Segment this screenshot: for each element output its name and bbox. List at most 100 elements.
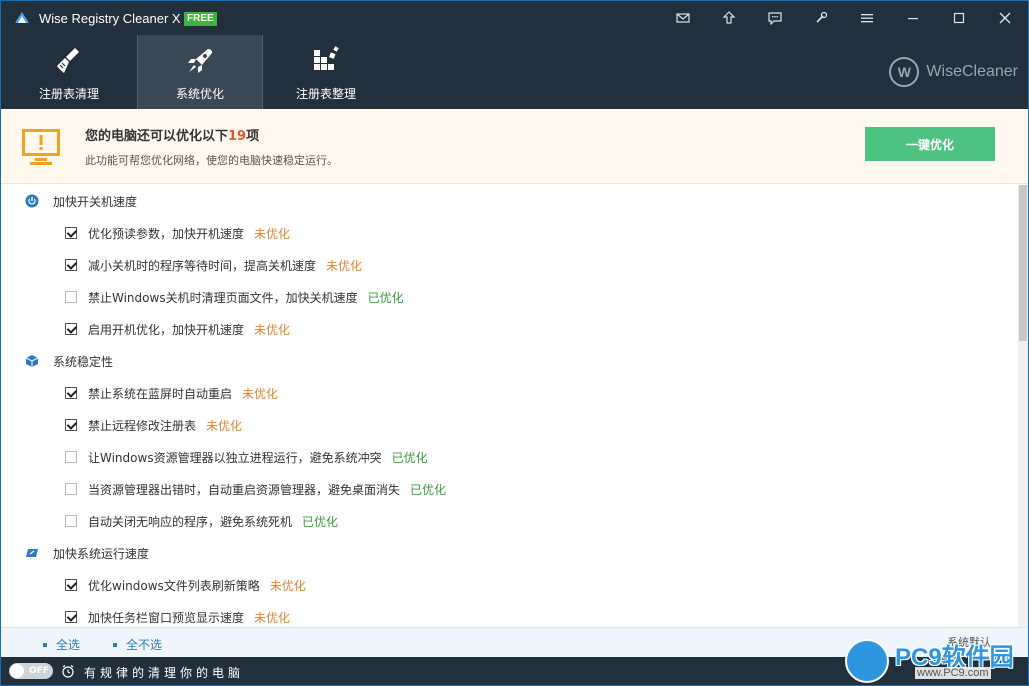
scrollbar-thumb[interactable] [1019,185,1027,341]
status-label: 未优化 [254,226,291,241]
section-title: 加快系统运行速度 [53,546,150,561]
banner-subtitle: 此功能可帮您优化网络，使您的电脑快速稳定运行。 [85,154,338,167]
main-tabs: 注册表清理 系统优化 注册表整理 [1,35,389,109]
close-icon[interactable] [982,1,1028,35]
blocks-icon [314,46,339,70]
app-window: Wise Registry Cleaner X FREE 注册表清理 系统优化 … [0,0,1029,686]
monitor-warning-icon [22,129,60,165]
one-click-optimize-button[interactable]: 一键优化 [865,127,995,161]
section-title: 加快开关机速度 [53,194,138,209]
watermark-url: www.PC9.com [915,667,991,679]
status-label: 未优化 [254,322,291,337]
status-label: 未优化 [254,610,291,625]
item-label: 禁止Windows关机时清理页面文件，加快关机速度 [88,290,358,305]
section-run-speed: 加快系统运行速度 [1,537,1018,569]
item-label: 当资源管理器出错时，自动重启资源管理器，避免桌面消失 [88,482,401,497]
list-item[interactable]: 让Windows资源管理器以独立进程运行，避免系统冲突 已优化 [1,441,1018,473]
tab-registry-defrag[interactable]: 注册表整理 [263,35,389,109]
tab-label: 系统优化 [175,87,224,101]
item-label: 启用开机优化，加快开机速度 [88,322,245,337]
item-label: 自动关闭无响应的程序，避免系统死机 [88,514,293,529]
bullet-icon [113,642,117,647]
speed-icon [25,546,39,560]
item-checkbox[interactable] [65,419,77,431]
tab-system-optimize[interactable]: 系统优化 [137,35,263,109]
cube-icon [25,354,39,368]
status-label: 已优化 [302,514,339,529]
select-all-link[interactable]: 全选 [43,636,80,653]
list-item[interactable]: 启用开机优化，加快开机速度 未优化 [1,313,1018,345]
list-item[interactable]: 当资源管理器出错时，自动重启资源管理器，避免桌面消失 已优化 [1,473,1018,505]
status-label: 未优化 [326,258,363,273]
status-label: 未优化 [242,386,279,401]
title-bar[interactable]: Wise Registry Cleaner X FREE [1,1,1028,35]
list-item[interactable]: 禁止系统在蓝屏时自动重启 未优化 [1,377,1018,409]
item-checkbox[interactable] [65,579,77,591]
alarm-clock-icon [62,665,74,678]
list-item[interactable]: 减小关机时的程序等待时间，提高关机速度 未优化 [1,249,1018,281]
rocket-icon [188,49,212,73]
list-item[interactable]: 优化预读参数，加快开机速度 未优化 [1,217,1018,249]
item-label: 减小关机时的程序等待时间，提高关机速度 [88,258,317,273]
item-label: 优化预读参数，加快开机速度 [88,226,245,241]
schedule-text: 有规律的清理你的电脑 [84,666,245,680]
item-checkbox[interactable] [65,483,77,495]
mail-icon[interactable] [660,1,706,35]
pc9-watermark: PC9软件园 www.PC9.com [841,633,1028,685]
bullet-icon [43,642,47,647]
item-checkbox[interactable] [65,451,77,463]
item-checkbox[interactable] [65,611,77,623]
header: Wise Registry Cleaner X FREE 注册表清理 系统优化 … [1,1,1028,109]
list-item[interactable]: 自动关闭无响应的程序，避免系统死机 已优化 [1,505,1018,537]
optimization-list[interactable]: 加快开关机速度 优化预读参数，加快开机速度 未优化 减小关机时的程序等待时间，提高… [1,185,1018,627]
item-label: 让Windows资源管理器以独立进程运行，避免系统冲突 [88,450,382,465]
maximize-icon[interactable] [936,1,982,35]
feedback-icon[interactable] [752,1,798,35]
status-label: 已优化 [391,450,428,465]
item-label: 禁止远程修改注册表 [88,418,197,433]
item-checkbox[interactable] [65,259,77,271]
list-item[interactable]: 加快任务栏窗口预览显示速度 未优化 [1,601,1018,627]
select-none-link[interactable]: 全不选 [113,636,162,653]
tab-label: 注册表清理 [38,87,99,101]
tab-registry-cleaner[interactable]: 注册表清理 [1,35,137,109]
wisecleaner-logo-icon: W [889,57,920,87]
optimize-count: 19 [228,129,247,144]
pc9-logo-icon [845,639,889,683]
item-label: 优化windows文件列表刷新策略 [88,578,260,593]
wisecleaner-brand[interactable]: W WiseCleaner [889,57,1018,87]
status-label: 未优化 [206,418,243,433]
item-checkbox[interactable] [65,387,77,399]
section-boot-speed: 加快开关机速度 [1,185,1018,217]
tab-label: 注册表整理 [295,87,356,101]
titlebar-controls [660,1,1028,35]
toggle-knob [10,664,24,678]
auto-clean-toggle[interactable]: OFF [9,663,53,679]
list-item[interactable]: 优化windows文件列表刷新策略 未优化 [1,569,1018,601]
brand-text: WiseCleaner [926,63,1018,80]
app-title: Wise Registry Cleaner X [39,11,181,26]
item-checkbox[interactable] [65,323,77,335]
item-label: 禁止系统在蓝屏时自动重启 [88,386,233,401]
skin-icon[interactable] [798,1,844,35]
section-title: 系统稳定性 [53,354,114,369]
item-checkbox[interactable] [65,515,77,527]
app-logo-icon [15,12,29,23]
list-scrollbar[interactable] [1018,185,1028,627]
status-label: 未优化 [269,578,306,593]
item-label: 加快任务栏窗口预览显示速度 [88,610,245,625]
section-system-stability: 系统稳定性 [1,345,1018,377]
upload-icon[interactable] [706,1,752,35]
menu-icon[interactable] [844,1,890,35]
status-label: 已优化 [410,482,447,497]
list-item[interactable]: 禁止远程修改注册表 未优化 [1,409,1018,441]
status-label: 已优化 [367,290,404,305]
item-checkbox[interactable] [65,291,77,303]
optimize-banner: 您的电脑还可以优化以下19项 此功能可帮您优化网络，使您的电脑快速稳定运行。 一… [1,109,1028,184]
list-item[interactable]: 禁止Windows关机时清理页面文件，加快关机速度 已优化 [1,281,1018,313]
power-icon [25,194,39,208]
broom-icon [57,48,79,73]
toggle-state: OFF [29,666,49,676]
minimize-icon[interactable] [890,1,936,35]
item-checkbox[interactable] [65,227,77,239]
